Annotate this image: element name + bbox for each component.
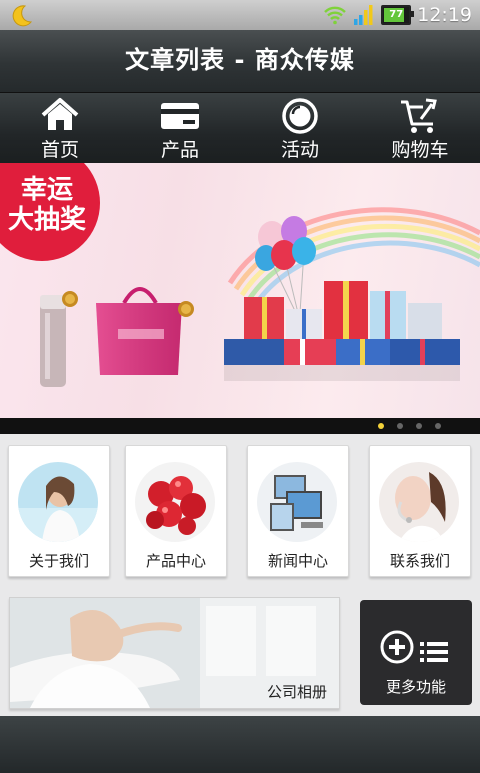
signal-icon <box>354 5 373 25</box>
page-title: 文章列表 - 商众传媒 <box>125 46 355 74</box>
grid-contact-us[interactable]: 联系我们 <box>369 445 471 577</box>
card-label: 关于我们 <box>28 552 89 570</box>
battery-level: 77 <box>389 9 404 20</box>
lucky-draw-badge: 幸运 大抽奖 <box>2 175 92 235</box>
nav-label: 首页 <box>40 139 79 161</box>
about-us-photo <box>18 462 98 542</box>
more-functions-button[interactable]: 更多功能 <box>360 600 472 705</box>
pagination-dot-active[interactable] <box>378 423 384 429</box>
album-label: 公司相册 <box>266 683 327 701</box>
card-icon <box>161 103 199 129</box>
news-center-photo <box>257 462 337 542</box>
moon-icon <box>12 5 33 27</box>
nav-item-products[interactable]: 产品 <box>120 93 240 163</box>
contact-us-photo <box>379 462 459 542</box>
nav-item-activity[interactable]: 活动 <box>240 93 360 163</box>
nav-item-home[interactable]: 首页 <box>0 93 120 163</box>
badge-line-1: 幸运 <box>20 175 73 205</box>
card-label: 联系我们 <box>389 552 450 570</box>
add-icon <box>380 630 414 664</box>
card-label: 新闻中心 <box>267 552 328 570</box>
badge-line-2: 大抽奖 <box>7 205 86 235</box>
nav-label: 购物车 <box>391 139 449 161</box>
more-label: 更多功能 <box>385 678 446 696</box>
thermos-image <box>40 291 78 387</box>
status-bar: 77 12:19 <box>0 0 480 30</box>
list-icon <box>420 642 448 662</box>
grid-about-us[interactable]: 关于我们 <box>8 445 110 577</box>
nav-label: 活动 <box>280 139 319 161</box>
pagination-dot[interactable] <box>416 423 422 429</box>
bottom-bar <box>0 716 480 773</box>
bag-image <box>96 287 194 375</box>
battery-icon: 77 <box>381 5 415 25</box>
disc-icon <box>282 98 318 134</box>
top-nav: 首页 产品 活动 购物车 <box>0 93 480 163</box>
home-icon <box>41 98 79 130</box>
product-center-photo <box>135 462 215 542</box>
nav-label: 产品 <box>160 139 199 161</box>
clock: 12:19 <box>417 4 472 26</box>
promo-banner[interactable]: 幸运 大抽奖 <box>0 163 480 418</box>
grid-news-center[interactable]: 新闻中心 <box>247 445 349 577</box>
title-bar: 文章列表 - 商众传媒 <box>0 30 480 93</box>
cart-icon <box>401 98 437 133</box>
wifi-icon <box>324 6 347 25</box>
banner-pagination <box>0 418 480 434</box>
company-album-tile[interactable]: 公司相册 <box>9 597 340 709</box>
pagination-dot[interactable] <box>397 423 403 429</box>
grid-product-center[interactable]: 产品中心 <box>125 445 227 577</box>
card-label: 产品中心 <box>145 552 206 570</box>
nav-item-cart[interactable]: 购物车 <box>360 93 480 163</box>
pagination-dot[interactable] <box>435 423 441 429</box>
